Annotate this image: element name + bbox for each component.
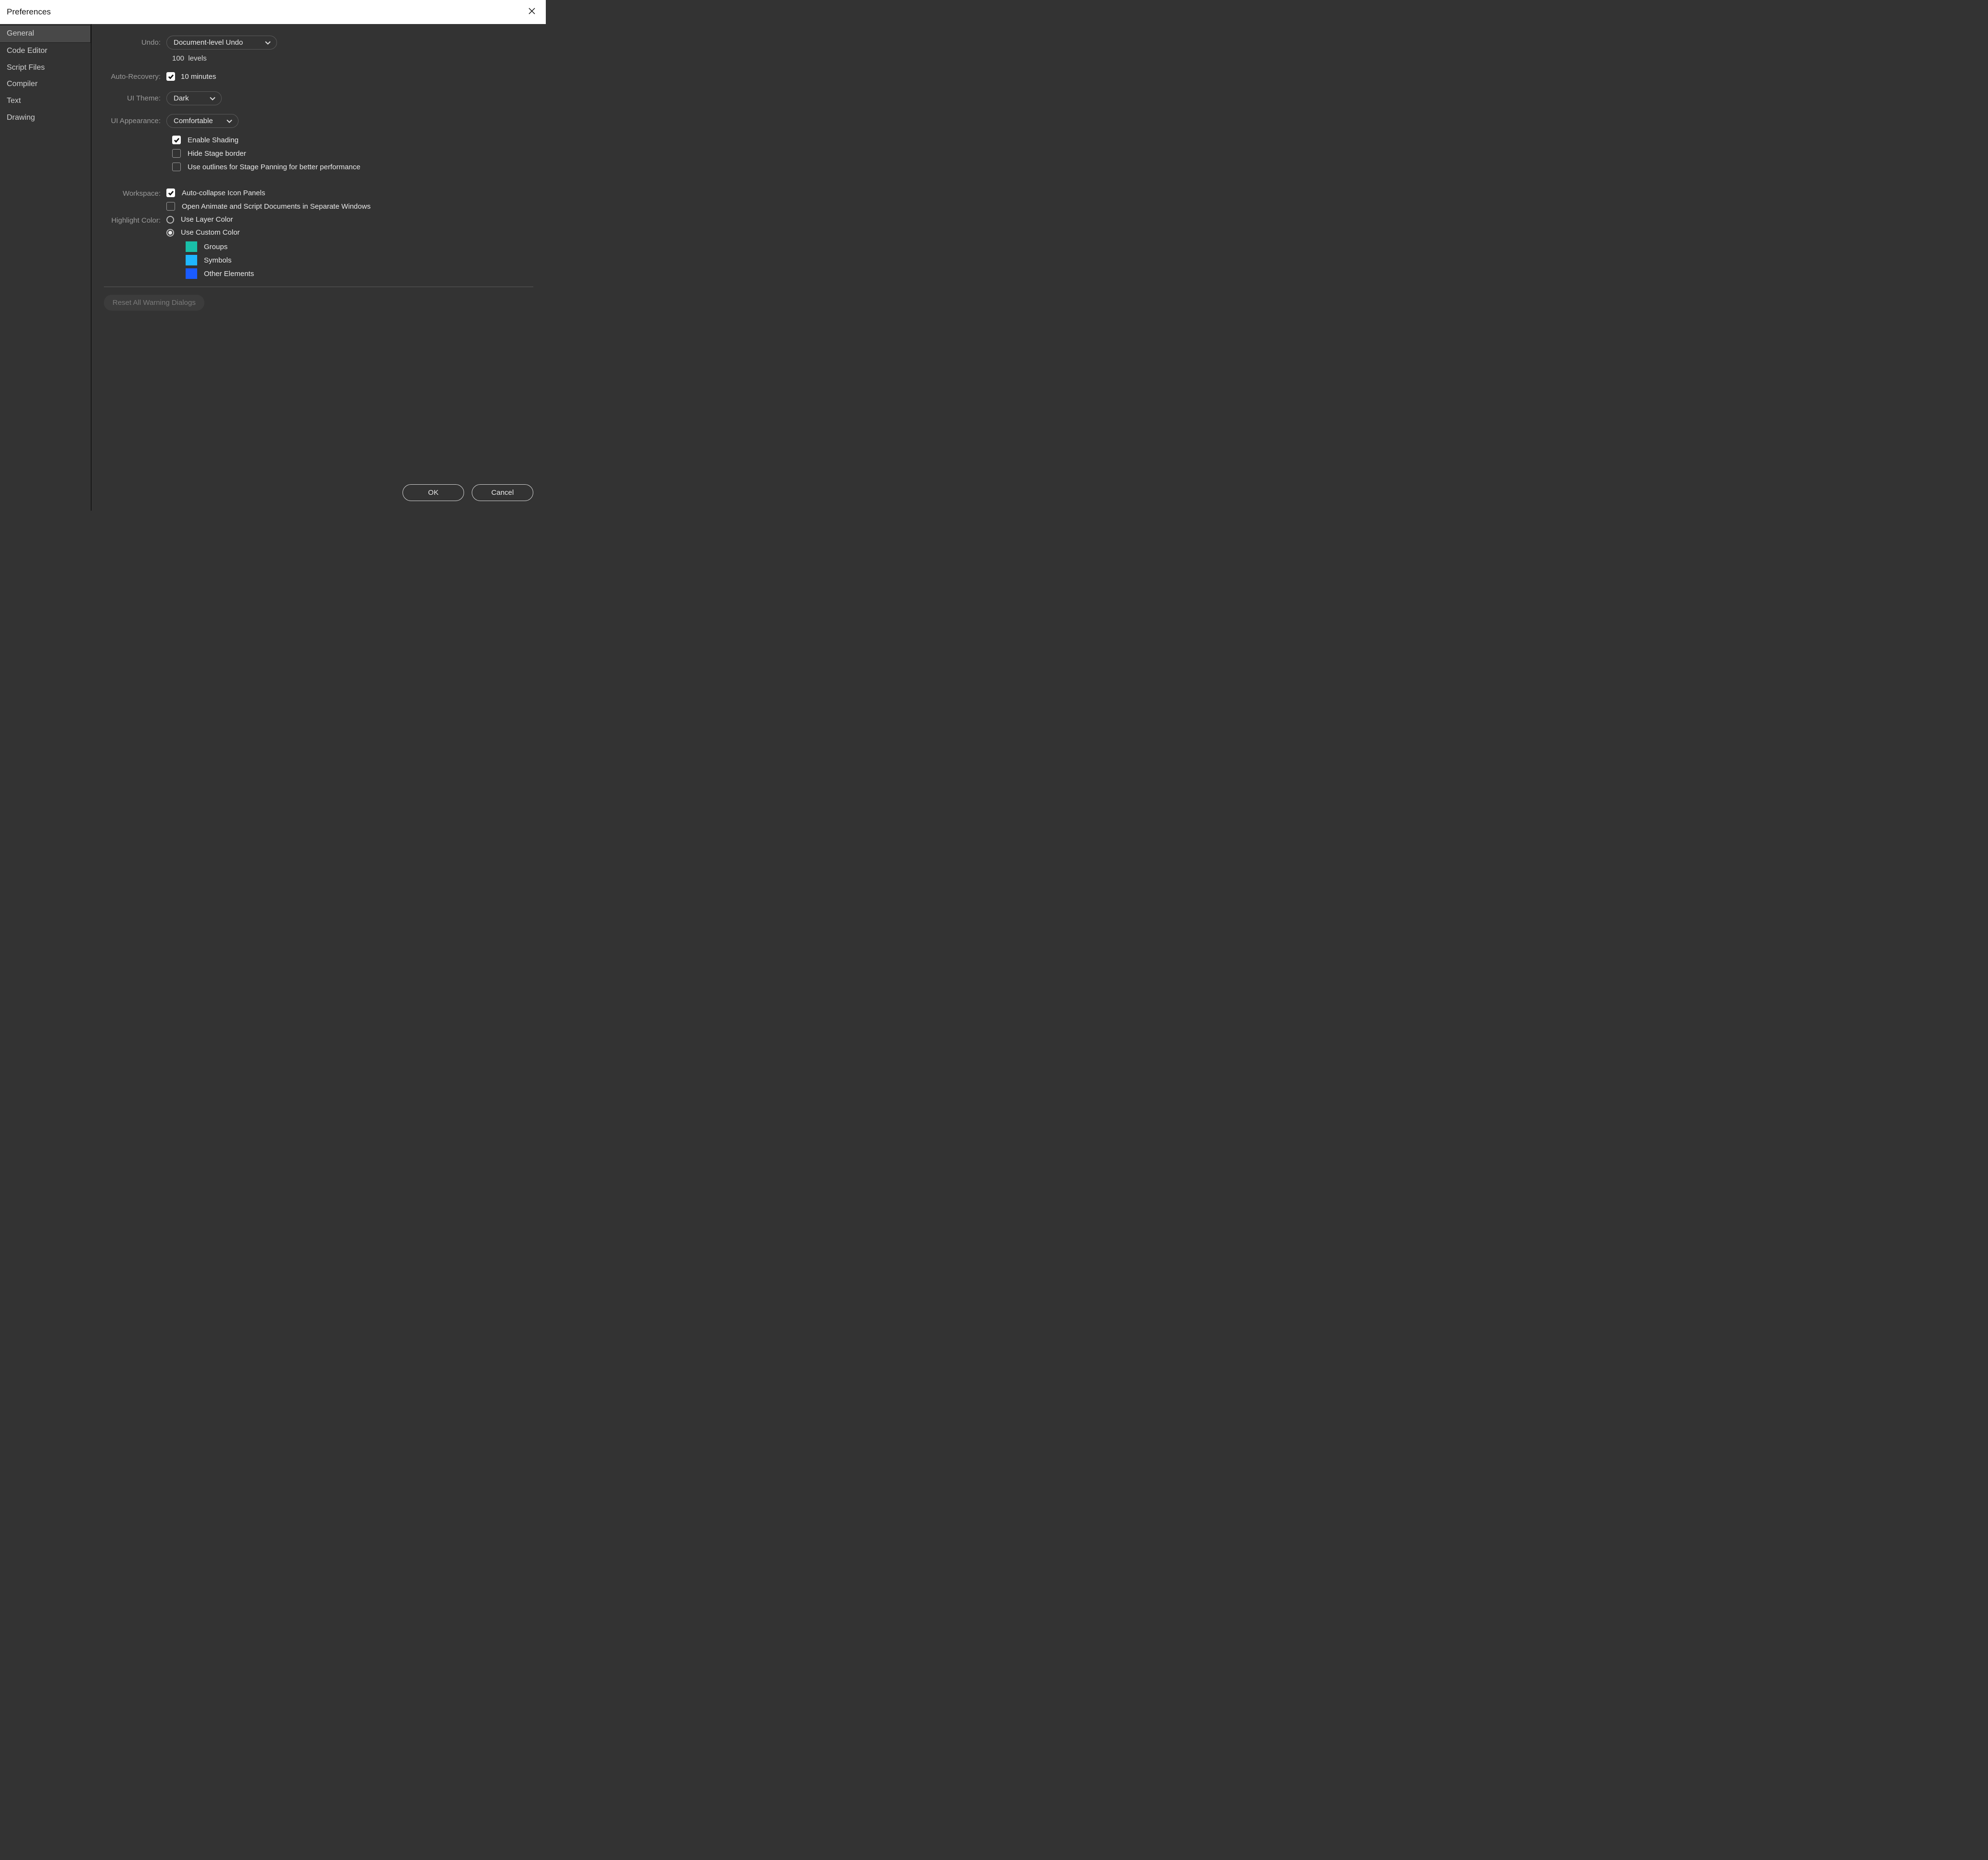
auto-collapse-checkbox[interactable] [166,189,175,197]
sidebar-item-code-editor[interactable]: Code Editor [0,43,91,60]
sidebar-item-compiler[interactable]: Compiler [0,76,91,93]
undo-levels-value[interactable]: 100 [172,54,184,63]
autorecovery-value[interactable]: 10 minutes [181,73,216,81]
sidebar-item-script-files[interactable]: Script Files [0,60,91,76]
use-custom-color-label: Use Custom Color [181,228,240,237]
ui-theme-label: UI Theme: [104,94,166,102]
sidebar-item-label: Script Files [7,63,45,72]
separate-windows-checkbox[interactable] [166,202,175,211]
content: Undo: Document-level Undo 100 levels Aut… [91,24,546,511]
workspace-label: Workspace: [104,189,166,198]
other-elements-label: Other Elements [204,270,254,278]
footer: OK Cancel [104,478,533,504]
sidebar-item-general[interactable]: General [0,25,91,43]
symbols-color-swatch[interactable] [186,255,197,265]
undo-select-value: Document-level Undo [174,38,243,47]
window-title: Preferences [7,7,51,17]
chevron-down-icon [226,117,232,125]
chevron-down-icon [265,38,271,47]
settings-area: Undo: Document-level Undo 100 levels Aut… [104,36,533,478]
ui-appearance-label: UI Appearance: [104,117,166,125]
sidebar-item-drawing[interactable]: Drawing [0,110,91,126]
auto-collapse-label: Auto-collapse Icon Panels [182,189,265,197]
groups-label: Groups [204,243,227,251]
highlight-label: Highlight Color: [104,215,166,225]
use-outlines-label: Use outlines for Stage Panning for bette… [188,163,360,171]
undo-levels-word: levels [188,54,206,63]
ui-theme-value: Dark [174,94,189,102]
hide-stage-border-label: Hide Stage border [188,150,246,158]
use-outlines-checkbox[interactable] [172,163,181,171]
use-layer-color-label: Use Layer Color [181,215,233,224]
sidebar-item-label: Compiler [7,80,38,88]
reset-warnings-label: Reset All Warning Dialogs [113,299,196,307]
groups-color-swatch[interactable] [186,241,197,252]
symbols-label: Symbols [204,256,232,264]
sidebar-item-text[interactable]: Text [0,93,91,110]
main: General Code Editor Script Files Compile… [0,24,546,511]
autorecovery-label: Auto-Recovery: [104,73,166,81]
undo-select[interactable]: Document-level Undo [166,36,277,50]
separate-windows-label: Open Animate and Script Documents in Sep… [182,202,371,211]
use-layer-color-radio[interactable] [166,216,174,224]
reset-warnings-button[interactable]: Reset All Warning Dialogs [104,295,204,311]
chevron-down-icon [210,94,215,102]
sidebar-item-label: Code Editor [7,47,48,55]
sidebar-item-label: Text [7,97,21,105]
close-icon[interactable] [525,7,539,17]
other-elements-color-swatch[interactable] [186,268,197,279]
enable-shading-label: Enable Shading [188,136,239,144]
ui-appearance-select[interactable]: Comfortable [166,114,239,128]
use-custom-color-radio[interactable] [166,229,174,237]
sidebar-item-label: Drawing [7,113,35,122]
ok-button[interactable]: OK [403,484,464,501]
sidebar: General Code Editor Script Files Compile… [0,24,91,511]
sidebar-item-label: General [7,29,34,38]
ui-appearance-value: Comfortable [174,117,213,125]
undo-label: Undo: [104,38,166,47]
enable-shading-checkbox[interactable] [172,136,181,144]
hide-stage-border-checkbox[interactable] [172,149,181,158]
ui-theme-select[interactable]: Dark [166,91,222,105]
titlebar: Preferences [0,0,546,24]
cancel-button[interactable]: Cancel [472,484,533,501]
autorecovery-checkbox[interactable] [166,72,175,81]
ok-label: OK [428,489,439,497]
cancel-label: Cancel [491,489,514,497]
